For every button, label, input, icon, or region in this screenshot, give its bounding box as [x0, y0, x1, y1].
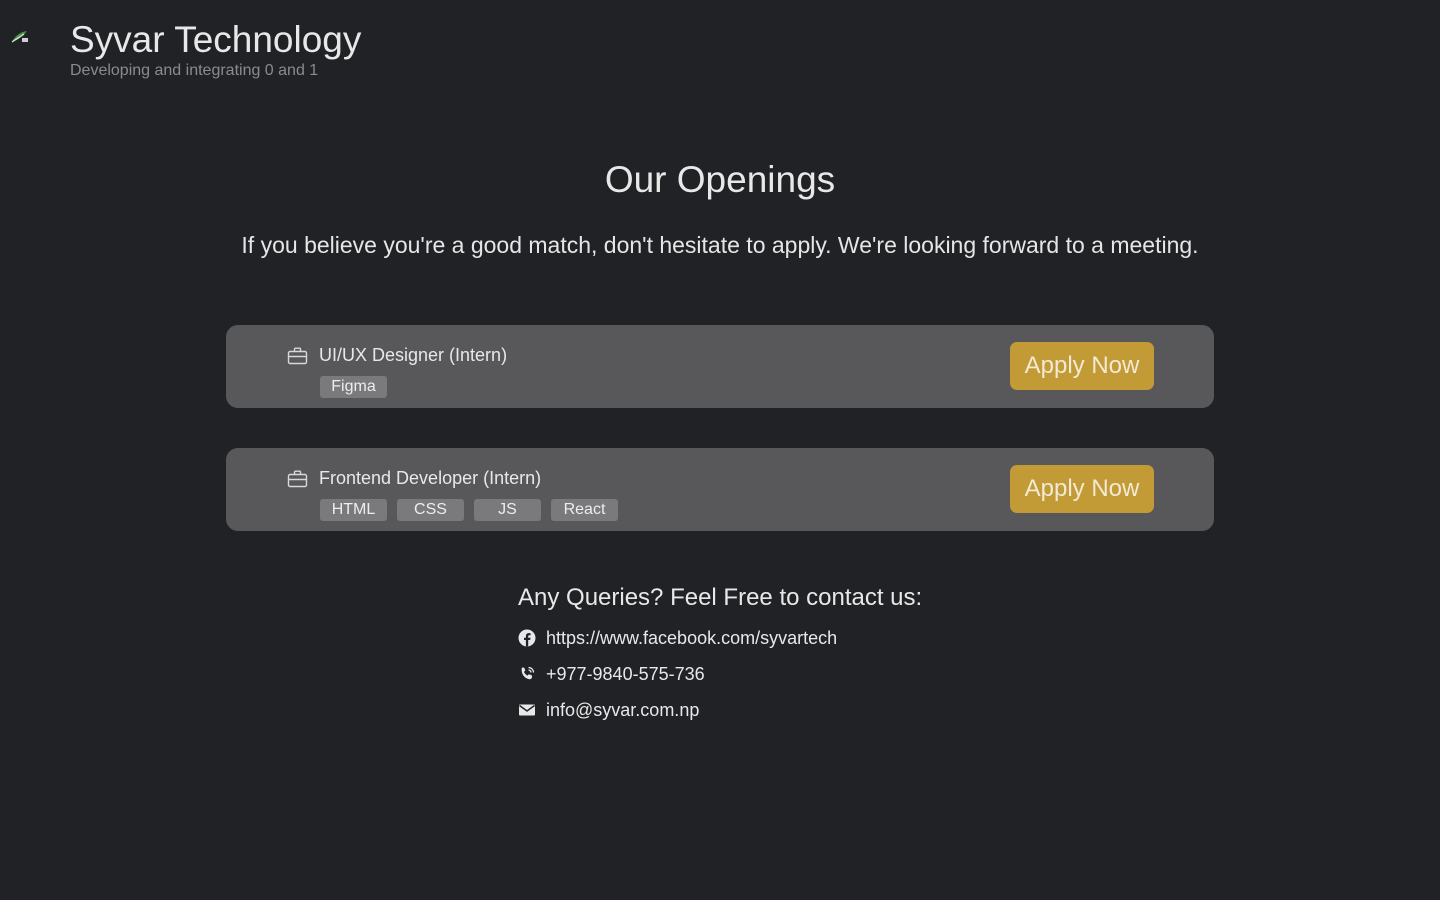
skill-tag: JS	[474, 499, 541, 521]
job-title: UI/UX Designer (Intern)	[319, 345, 508, 365]
contact-phone[interactable]: +977-9840-575-736	[518, 663, 998, 685]
facebook-icon	[518, 629, 536, 647]
contact-facebook[interactable]: https://www.facebook.com/syvartech	[518, 627, 998, 649]
skill-tag: HTML	[320, 499, 387, 521]
facebook-link[interactable]: https://www.facebook.com/syvartech	[546, 627, 837, 649]
leaf-logo-icon[interactable]	[10, 28, 30, 44]
phone-icon	[521, 666, 535, 680]
skill-tag: Figma	[320, 376, 387, 398]
openings-subtitle: If you believe you're a good match, don'…	[241, 232, 1199, 258]
skill-tags: HTML CSS JS React	[320, 499, 618, 521]
job-title: Frontend Developer (Intern)	[319, 468, 542, 488]
site-header: Syvar Technology Developing and integrat…	[0, 0, 1440, 100]
job-card-frontend-developer: Frontend Developer (Intern) HTML CSS JS …	[226, 448, 1214, 531]
apply-now-button[interactable]: Apply Now	[1010, 465, 1154, 513]
skill-tag: CSS	[397, 499, 464, 521]
contact-section: Any Queries? Feel Free to contact us: ht…	[518, 583, 998, 735]
apply-now-button[interactable]: Apply Now	[1010, 342, 1154, 390]
briefcase-icon	[287, 347, 308, 365]
skill-tags: Figma	[320, 376, 387, 398]
phone-number[interactable]: +977-9840-575-736	[546, 663, 705, 685]
contact-heading: Any Queries? Feel Free to contact us:	[518, 584, 923, 611]
contact-email[interactable]: info@syvar.com.np	[518, 699, 998, 721]
mail-icon	[519, 704, 535, 716]
brand-tagline: Developing and integrating 0 and 1	[70, 62, 319, 79]
email-address[interactable]: info@syvar.com.np	[546, 699, 699, 721]
skill-tag: React	[551, 499, 618, 521]
briefcase-icon	[287, 470, 308, 488]
brand-title[interactable]: Syvar Technology	[70, 18, 361, 62]
openings-title: Our Openings	[604, 159, 836, 200]
job-card-uiux-designer: UI/UX Designer (Intern) Figma Apply Now	[226, 325, 1214, 408]
